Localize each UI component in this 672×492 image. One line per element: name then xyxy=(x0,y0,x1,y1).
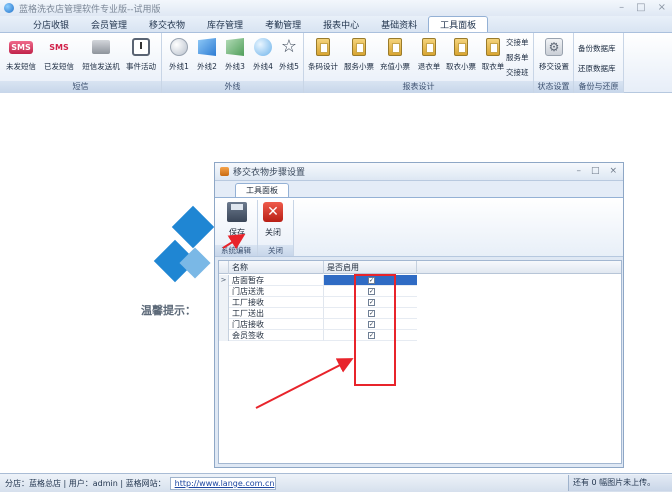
background-tip: 温馨提示： xyxy=(141,304,196,317)
tab-transfer[interactable]: 移交衣物 xyxy=(138,17,196,32)
dialog-tab-tools[interactable]: 工具面板 xyxy=(235,183,289,197)
service-sheet-button[interactable]: 服务单 xyxy=(506,52,529,63)
steps-grid: 名称 是否启用 > 店面暂存 ✓ 门店送洗 ✓ 工厂接收 ✓ 工厂送出 ✓ 门店… xyxy=(218,260,622,464)
globe-icon xyxy=(254,38,272,56)
pickup-receipt-button[interactable]: 取衣小票 xyxy=(444,36,478,72)
dialog-title: 移交衣物步骤设置 xyxy=(233,168,306,178)
dialog-title-bar: 移交衣物步骤设置 – □ × xyxy=(215,163,623,181)
main-tabs: 分店收银 会员管理 移交衣物 库存管理 考勤管理 报表中心 基础资料 工具面板 xyxy=(0,16,672,33)
windows-logo-icon xyxy=(198,38,216,56)
ribbon-group-status-settings: ⚙ 移交设置 状态设置 xyxy=(534,33,574,93)
restore-database-button[interactable]: 还原数据库 xyxy=(578,63,616,74)
maximize-icon[interactable]: □ xyxy=(636,2,645,13)
recharge-receipt-button[interactable]: 充值小票 xyxy=(378,36,412,72)
clipboard-icon xyxy=(486,38,500,56)
upload-status: 还有 0 幅图片未上传。 xyxy=(568,475,672,491)
selected-row-indicator: > xyxy=(219,275,229,286)
tab-inventory[interactable]: 库存管理 xyxy=(196,17,254,32)
tab-basic-data[interactable]: 基础资料 xyxy=(370,17,428,32)
sent-sms-button[interactable]: SMS 已发短信 xyxy=(42,36,76,72)
ribbon-group-report-design: 条码设计 服务小票 充值小票 退衣单 取衣小票 取衣单 交接单 服务单 交接班 … xyxy=(304,33,534,93)
tab-store-checkout[interactable]: 分店收银 xyxy=(22,17,80,32)
status-info: 分店：蓝格总店 | 用户：admin | 蓝格网站： xyxy=(5,478,166,488)
title-bar: 蓝格洗衣店管理软件专业版--试用版 – □ × xyxy=(0,0,672,16)
transfer-steps-dialog: 移交衣物步骤设置 – □ × 工具面板 保存 ✕ 关闭 系统编辑 关闭 名称 是… xyxy=(214,162,624,468)
tab-members[interactable]: 会员管理 xyxy=(80,17,138,32)
dialog-close-icon[interactable]: × xyxy=(609,166,617,176)
dialog-group-caption-edit: 系统编辑 xyxy=(215,245,257,256)
sms-sender-button[interactable]: 短信发送机 xyxy=(82,36,120,72)
website-link[interactable]: http://www.lange.com.cn xyxy=(169,476,276,490)
close-icon[interactable]: × xyxy=(658,2,666,13)
window-controls: – □ × xyxy=(619,2,666,13)
transfer-settings-button[interactable]: ⚙ 移交设置 xyxy=(537,36,571,72)
return-order-button[interactable]: 退衣单 xyxy=(412,36,446,72)
tab-attendance[interactable]: 考勤管理 xyxy=(254,17,312,32)
save-button[interactable]: 保存 xyxy=(222,202,252,238)
ribbon-group-external: 外线1 外线2 外线3 外线4 ☆ 外线5 外线 xyxy=(162,33,304,93)
floppy-disk-icon xyxy=(227,202,247,222)
sms-icon: SMS xyxy=(9,40,33,54)
printer-icon xyxy=(92,40,110,54)
windows-green-icon xyxy=(226,38,244,56)
group-caption-external: 外线 xyxy=(162,81,303,93)
column-header-name[interactable]: 名称 xyxy=(229,261,324,274)
tab-tools[interactable]: 工具面板 xyxy=(428,16,489,32)
clipboard-icon xyxy=(422,38,436,56)
clock-icon xyxy=(132,38,150,56)
clipboard-icon xyxy=(388,38,402,56)
unsent-sms-button[interactable]: SMS 未发短信 xyxy=(4,36,38,72)
annotation-highlight-box xyxy=(354,274,396,386)
event-activity-button[interactable]: 事件活动 xyxy=(124,36,158,72)
dialog-app-icon xyxy=(220,167,229,176)
sms-sent-icon: SMS xyxy=(49,42,69,52)
window-title: 蓝格洗衣店管理软件专业版--试用版 xyxy=(19,4,161,15)
ribbon-group-sms: SMS 未发短信 SMS 已发短信 短信发送机 事件活动 短信 xyxy=(0,33,162,93)
ribbon-toolbar: SMS 未发短信 SMS 已发短信 短信发送机 事件活动 短信 外线1 外线2 … xyxy=(0,33,672,93)
minimize-icon[interactable]: – xyxy=(619,2,624,13)
column-header-enabled[interactable]: 是否启用 xyxy=(324,261,417,274)
star-icon: ☆ xyxy=(280,36,298,57)
clipboard-icon xyxy=(316,38,330,56)
tab-reports[interactable]: 报表中心 xyxy=(312,17,370,32)
service-receipt-button[interactable]: 服务小票 xyxy=(342,36,376,72)
pickup-order-button[interactable]: 取衣单 xyxy=(476,36,510,72)
close-x-icon: ✕ xyxy=(263,202,283,222)
clipboard-icon xyxy=(454,38,468,56)
group-caption-status-settings: 状态设置 xyxy=(534,81,573,93)
handover-sheet-button[interactable]: 交接单 xyxy=(506,37,529,48)
dialog-ribbon: 保存 ✕ 关闭 系统编辑 关闭 xyxy=(215,197,623,257)
group-caption-report-design: 报表设计 xyxy=(304,81,533,93)
dialog-maximize-icon[interactable]: □ xyxy=(591,166,600,176)
backup-database-button[interactable]: 备份数据库 xyxy=(578,43,616,54)
gear-icon: ⚙ xyxy=(545,38,563,56)
clipboard-icon xyxy=(352,38,366,56)
external-line-5-button[interactable]: ☆ 外线5 xyxy=(272,36,306,72)
barcode-design-button[interactable]: 条码设计 xyxy=(306,36,340,72)
group-caption-backup: 备份与还原 xyxy=(574,81,623,93)
circle-icon xyxy=(170,38,188,56)
close-button[interactable]: ✕ 关闭 xyxy=(258,202,288,238)
dialog-group-caption-close: 关闭 xyxy=(258,245,293,256)
dialog-minimize-icon[interactable]: – xyxy=(576,166,581,176)
dialog-window-controls: – □ × xyxy=(576,166,617,176)
shift-handover-button[interactable]: 交接班 xyxy=(506,67,529,78)
dialog-tabs: 工具面板 xyxy=(215,181,623,197)
grid-header: 名称 是否启用 xyxy=(219,261,621,274)
status-bar: 分店：蓝格总店 | 用户：admin | 蓝格网站： http://www.la… xyxy=(0,473,672,492)
background-logo xyxy=(153,205,218,286)
group-caption-sms: 短信 xyxy=(0,81,161,93)
ribbon-group-backup: 备份数据库 还原数据库 备份与还原 xyxy=(574,33,624,93)
app-logo-icon xyxy=(4,3,14,13)
